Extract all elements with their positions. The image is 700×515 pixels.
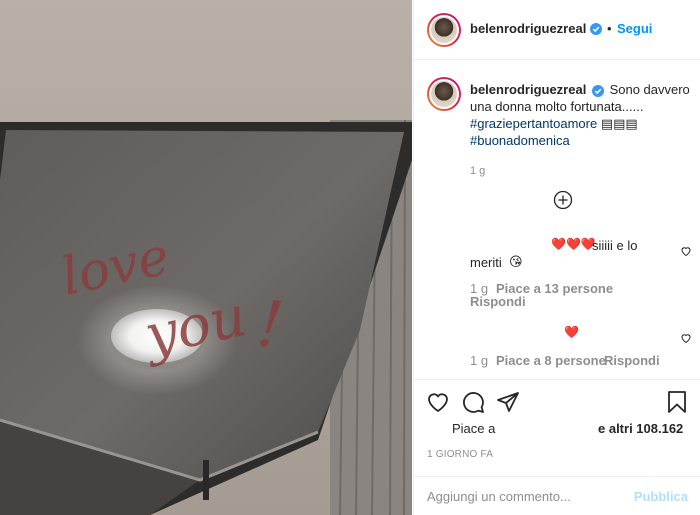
post-photo[interactable]: love you !	[0, 0, 412, 515]
post-actions: Piace a e altri 108.162 1 GIORNO FA Aggi…	[414, 379, 700, 515]
post-side-panel: belenrodriguezreal • Segui belenrodrigue…	[413, 0, 700, 515]
comment-likes[interactable]: Piace a 8 persone	[496, 352, 606, 369]
caption-avatar[interactable]	[427, 77, 461, 111]
likes-summary[interactable]: Piace a e altri 108.162	[452, 421, 683, 436]
kiss-emoji: 😘	[509, 254, 523, 269]
heart-icon[interactable]	[426, 390, 450, 414]
share-icon[interactable]	[496, 390, 520, 414]
comment-hearts: ❤️❤️❤️	[551, 237, 596, 251]
verified-icon	[591, 84, 604, 97]
caption-suffix-glyphs: ▤▤▤	[600, 116, 638, 131]
comment-icon[interactable]	[461, 390, 485, 414]
caption-username[interactable]: belenrodriguezreal	[470, 82, 586, 97]
comment-text: siiiii e lo	[592, 238, 638, 253]
verified-icon	[590, 23, 602, 35]
reply-button[interactable]: Rispondi	[604, 352, 660, 369]
post-time-ago[interactable]: 1 GIORNO FA	[427, 449, 493, 460]
heart-icon[interactable]	[680, 332, 692, 344]
hashtag-buonadomenica[interactable]: #buonadomenica	[470, 133, 570, 148]
follow-button[interactable]: Segui	[617, 21, 652, 36]
likes-prefix: Piace a	[452, 421, 496, 436]
comments-list: belenrodriguezreal Sono davvero una donn…	[414, 61, 700, 379]
avatar[interactable]	[427, 13, 461, 47]
reply-button[interactable]: Rispondi	[470, 293, 526, 310]
add-comment-bar: Aggiungi un commento... Pubblica	[414, 476, 700, 515]
heart-icon[interactable]	[680, 245, 692, 257]
caption: belenrodriguezreal Sono davvero una donn…	[470, 81, 690, 180]
comment-text-line2: meriti	[470, 255, 502, 270]
hashtag-graziepertantoamore[interactable]: #graziepertantoamore	[470, 116, 597, 131]
add-circle-icon[interactable]	[553, 190, 573, 210]
comment-time: 1 g	[470, 353, 489, 368]
likes-count: e altri 108.162	[598, 421, 684, 436]
bookmark-icon[interactable]	[665, 390, 689, 414]
post-header: belenrodriguezreal • Segui	[414, 0, 700, 60]
comment-heart: ❤️	[564, 325, 579, 339]
mirror-photo-illustration: love you !	[0, 0, 412, 515]
caption-time: 1 g	[470, 165, 486, 177]
header-username[interactable]: belenrodriguezreal	[470, 21, 586, 36]
header-separator: •	[607, 21, 612, 36]
publish-button[interactable]: Pubblica	[634, 489, 688, 504]
comment-input[interactable]: Aggiungi un commento...	[427, 489, 571, 504]
